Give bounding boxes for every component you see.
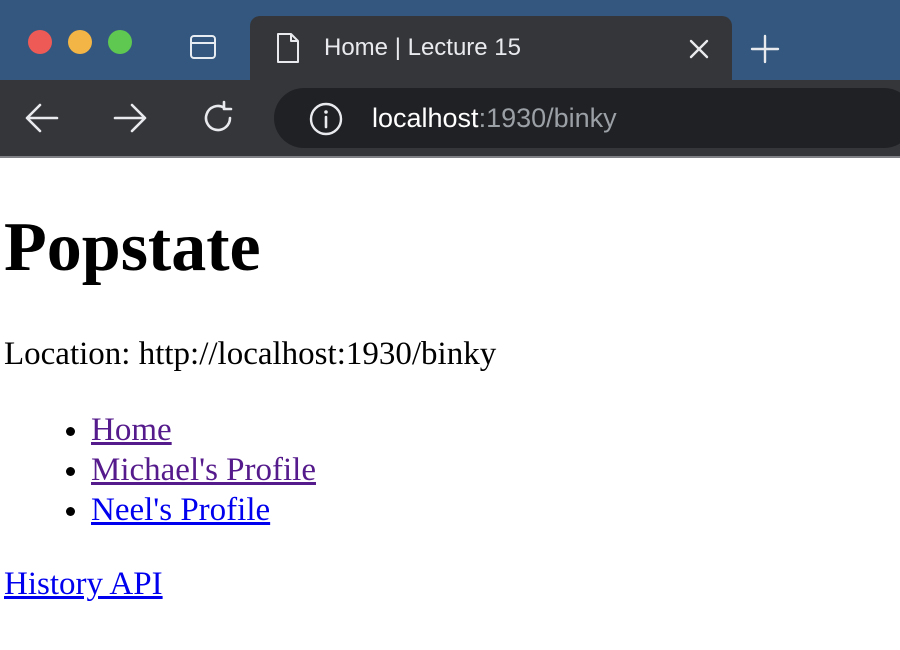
list-item: Michael's Profile (91, 450, 316, 490)
sidebar-toggle-icon[interactable] (190, 35, 216, 59)
close-icon[interactable] (688, 38, 710, 60)
profile-link-list: Home Michael's Profile Neel's Profile (4, 410, 316, 530)
back-arrow-icon[interactable] (24, 100, 60, 136)
history-paragraph: History API (4, 564, 163, 604)
minimize-window-icon[interactable] (68, 30, 92, 54)
info-icon[interactable] (309, 102, 343, 136)
url-path: :1930/binky (478, 103, 617, 133)
list-item: Home (91, 410, 316, 450)
michaels-profile-link[interactable]: Michael's Profile (91, 452, 316, 488)
neels-profile-link[interactable]: Neel's Profile (91, 492, 270, 528)
home-link[interactable]: Home (91, 412, 172, 448)
list-item: Neel's Profile (91, 490, 316, 530)
history-api-link[interactable]: History API (4, 566, 163, 602)
tab-title: Home | Lecture 15 (324, 34, 522, 61)
zoom-window-icon[interactable] (108, 30, 132, 54)
forward-arrow-icon[interactable] (112, 100, 148, 136)
toolbar-divider (0, 156, 900, 158)
close-window-icon[interactable] (28, 30, 52, 54)
reload-icon[interactable] (200, 100, 236, 136)
url-host: localhost (372, 103, 479, 133)
page-title: Popstate (4, 209, 261, 286)
page-icon (277, 33, 299, 63)
plus-icon[interactable] (750, 34, 780, 64)
url-text[interactable]: localhost:1930/binky (372, 100, 617, 136)
location-text: Location: http://localhost:1930/binky (4, 336, 497, 372)
